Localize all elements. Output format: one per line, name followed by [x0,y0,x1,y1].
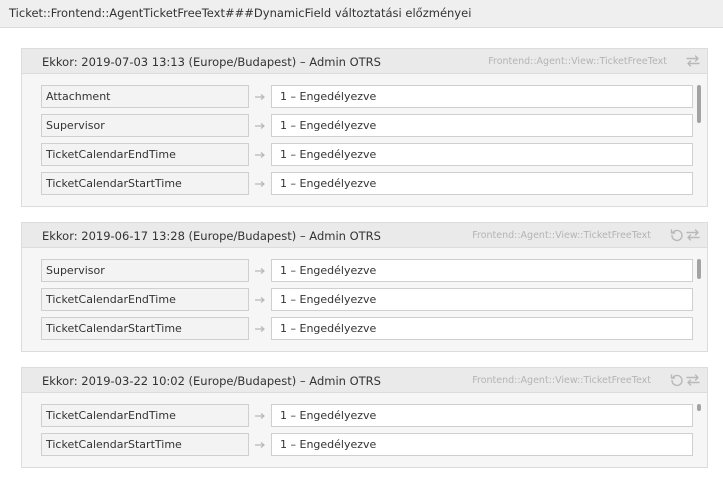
setting-key: Supervisor [41,259,249,282]
history-entry-header: Ekkor: 2019-07-03 13:13 (Europe/Budapest… [22,49,707,74]
setting-value: 1 – Engedélyezve [271,172,693,195]
setting-value: 1 – Engedélyezve [271,259,693,282]
history-entry-header: Ekkor: 2019-03-22 10:02 (Europe/Budapest… [22,368,707,393]
setting-value: 1 – Engedélyezve [271,288,693,311]
history-entry-source: Frontend::Agent::View::TicketFreeText [472,375,651,386]
history-entry-rows: Supervisor 1 – Engedélyezve TicketCalend… [22,248,707,351]
setting-key: TicketCalendarEndTime [41,143,249,166]
setting-value: 1 – Engedélyezve [271,114,693,137]
restore-icon[interactable] [669,372,685,388]
history-entry-rows: Attachment 1 – Engedélyezve Supervisor 1… [22,74,707,206]
setting-value: 1 – Engedélyezve [271,85,693,108]
setting-key: Attachment [41,85,249,108]
history-entry-source: Frontend::Agent::View::TicketFreeText [472,230,651,241]
setting-row: TicketCalendarEndTime 1 – Engedélyezve [41,143,707,166]
history-list: Ekkor: 2019-07-03 13:13 (Europe/Budapest… [0,28,723,468]
page-title: Ticket::Frontend::AgentTicketFreeText###… [0,0,723,28]
history-entry: Ekkor: 2019-06-17 13:28 (Europe/Budapest… [21,222,708,352]
arrow-right-icon [249,317,271,340]
setting-row: Attachment 1 – Engedélyezve [41,85,707,108]
setting-row: TicketCalendarEndTime 1 – Engedélyezve [41,404,707,427]
arrow-right-icon [249,143,271,166]
arrow-right-icon [249,404,271,427]
compare-icon[interactable] [685,53,701,69]
history-entry-rows: TicketCalendarEndTime 1 – Engedélyezve T… [22,393,707,467]
history-entry-source: Frontend::Agent::View::TicketFreeText [488,56,667,67]
setting-key: Supervisor [41,114,249,137]
arrow-right-icon [249,259,271,282]
scrollbar-thumb[interactable] [697,85,701,123]
setting-row: TicketCalendarStartTime 1 – Engedélyezve [41,172,707,195]
history-entry-header: Ekkor: 2019-06-17 13:28 (Europe/Budapest… [22,223,707,248]
scrollbar-thumb[interactable] [697,259,701,279]
setting-key: TicketCalendarStartTime [41,433,249,456]
arrow-right-icon [249,85,271,108]
compare-icon[interactable] [685,227,701,243]
arrow-right-icon [249,288,271,311]
scrollbar-thumb[interactable] [697,404,701,411]
setting-value: 1 – Engedélyezve [271,143,693,166]
history-entry: Ekkor: 2019-07-03 13:13 (Europe/Budapest… [21,48,708,207]
setting-value: 1 – Engedélyezve [271,433,693,456]
setting-row: TicketCalendarEndTime 1 – Engedélyezve [41,288,707,311]
setting-key: TicketCalendarStartTime [41,172,249,195]
arrow-right-icon [249,114,271,137]
setting-key: TicketCalendarEndTime [41,288,249,311]
setting-value: 1 – Engedélyezve [271,404,693,427]
history-entry-title: Ekkor: 2019-03-22 10:02 (Europe/Budapest… [42,374,381,388]
history-entry-title: Ekkor: 2019-07-03 13:13 (Europe/Budapest… [42,55,381,69]
setting-row: TicketCalendarStartTime 1 – Engedélyezve [41,317,707,340]
arrow-right-icon [249,433,271,456]
setting-row: Supervisor 1 – Engedélyezve [41,259,707,282]
setting-key: TicketCalendarEndTime [41,404,249,427]
compare-icon[interactable] [685,372,701,388]
setting-key: TicketCalendarStartTime [41,317,249,340]
setting-row: Supervisor 1 – Engedélyezve [41,114,707,137]
setting-value: 1 – Engedélyezve [271,317,693,340]
restore-icon[interactable] [669,227,685,243]
history-entry: Ekkor: 2019-03-22 10:02 (Europe/Budapest… [21,367,708,468]
setting-row: TicketCalendarStartTime 1 – Engedélyezve [41,433,707,456]
history-entry-title: Ekkor: 2019-06-17 13:28 (Europe/Budapest… [42,229,381,243]
arrow-right-icon [249,172,271,195]
